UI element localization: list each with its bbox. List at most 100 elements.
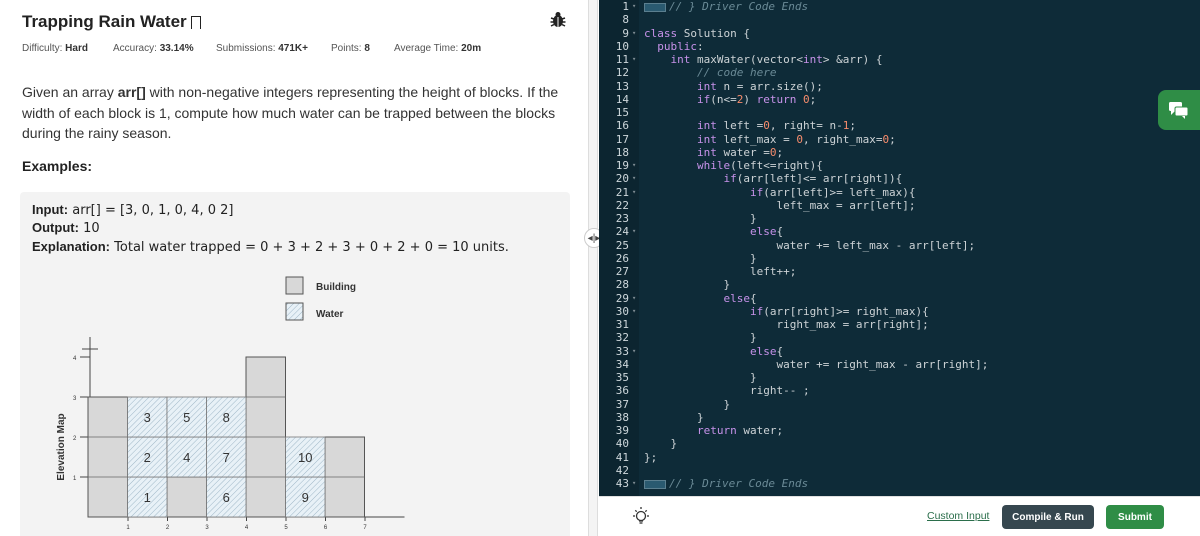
fold-chevron-icon[interactable]: ▾ [632,27,636,40]
code-line: 21 ▾ if(arr[left]>= left_max){ [599,186,1200,199]
fold-chevron-icon[interactable]: ▾ [632,186,636,199]
code-text: left_max = arr[left]; [644,199,915,212]
lightbulb-icon[interactable] [629,505,653,529]
code-line: 14 if(n<=2) return 0; [599,93,1200,106]
accuracy-info: Accuracy: 33.14% [113,43,216,54]
collapsed-region-icon[interactable] [644,479,666,489]
code-token: water = [716,145,770,159]
water-cell-label: 10 [298,450,312,465]
fold-chevron-icon[interactable]: ▾ [632,305,636,318]
line-number: 39 [615,424,629,437]
compile-run-button[interactable]: Compile & Run [1002,505,1094,529]
fold-chevron-icon[interactable]: ▾ [632,0,636,13]
collapsed-region-icon[interactable] [644,2,666,12]
code-text: } [644,252,757,265]
line-number: 10 [615,39,629,53]
code-token: left++; [644,265,797,278]
code-token: : [697,39,704,53]
code-line: 8 [599,13,1200,26]
fold-chevron-icon[interactable]: ▾ [632,477,636,490]
code-text: right-- ; [644,384,810,397]
submit-button[interactable]: Submit [1106,505,1164,529]
bug-icon[interactable] [548,10,568,30]
x-tick-label: 1 [126,525,130,531]
x-tick-label: 4 [245,525,249,531]
code-text: if(arr[left]<= arr[right]){ [644,172,902,185]
code-line: 18 int water =0; [599,146,1200,159]
code-token: if [723,172,737,186]
x-tick-label: 3 [205,525,209,531]
code-token: , right= n- [769,119,843,133]
code-line: 27 left++; [599,265,1200,278]
code-token: (left<=right){ [730,159,823,172]
code-token: int [670,53,691,66]
difficulty-info: Difficulty: Hard [22,43,113,54]
code-token: 0 [802,92,810,106]
code-line: 17 int left_max = 0, right_max=0; [599,133,1200,146]
building-block [87,396,128,518]
points-info: Points: 8 [331,43,394,54]
code-token: right_max = arr[right]; [644,318,929,331]
line-number: 33 [615,344,629,358]
water-cell-label: 5 [183,410,190,425]
code-line: 13 int n = arr.size(); [599,80,1200,93]
chat-bubble-glyph [1169,102,1189,119]
code-line: 35 } [599,371,1200,384]
custom-input-link[interactable]: Custom Input [927,510,989,522]
fold-chevron-icon[interactable]: ▾ [632,53,636,66]
code-text: } [644,411,704,424]
line-number: 24 [615,225,629,239]
y-axis-label: Elevation Map [56,413,67,480]
avg-time-label: Average Time: [394,43,459,54]
code-token: int [802,53,823,66]
code-token: int [696,132,717,146]
line-number: 20 [615,172,629,186]
code-token: { [749,291,757,305]
code-token: class [644,26,678,40]
y-tick-label: 4 [73,356,77,362]
code-token: // } Driver Code Ends [669,0,809,13]
code-text: }; [644,451,657,464]
code-text: } [644,398,730,411]
x-tick-label: 2 [166,525,170,531]
code-token: else [723,291,750,305]
description-text-pre: Given an array [22,84,118,100]
fold-chevron-icon[interactable]: ▾ [632,159,636,172]
legend-building-swatch [285,276,304,295]
fold-chevron-icon[interactable]: ▾ [632,345,636,358]
submissions-value: 471K+ [278,43,308,54]
bookmark-icon[interactable] [190,15,201,29]
code-text: class Solution { [644,27,750,40]
code-text: while(left<=right){ [644,159,823,172]
description-arr: arr[] [117,84,146,100]
code-line: 43 ▾ // } Driver Code Ends [599,477,1200,490]
water-cell-label: 1 [144,490,151,505]
code-line: 12 // code here [599,66,1200,79]
fold-chevron-icon[interactable]: ▾ [632,225,636,238]
code-token: } [644,437,678,451]
fold-chevron-icon[interactable]: ▾ [632,292,636,305]
code-text: int maxWater(vector<int> &arr) { [644,53,883,66]
legend-water-label: Water [316,309,344,320]
code-token: ; [849,119,856,133]
code-editor[interactable]: 1 ▾// } Driver Code Ends 8 9 ▾ class Solution… [599,0,1200,496]
line-number: 43 [615,477,629,490]
code-token: 0 [796,132,803,146]
code-line: 38 } [599,411,1200,424]
code-token: } [644,410,704,424]
fold-chevron-icon[interactable]: ▾ [632,172,636,185]
points-value: 8 [364,43,370,54]
panel-divider[interactable] [588,0,598,536]
x-tick-label: 7 [363,525,367,531]
code-token: // } Driver Code Ends [669,477,809,490]
code-line: 28 } [599,278,1200,291]
chat-icon[interactable] [1158,90,1200,130]
problem-title-text: Trapping Rain Water [22,12,187,31]
line-number: 31 [615,318,629,331]
